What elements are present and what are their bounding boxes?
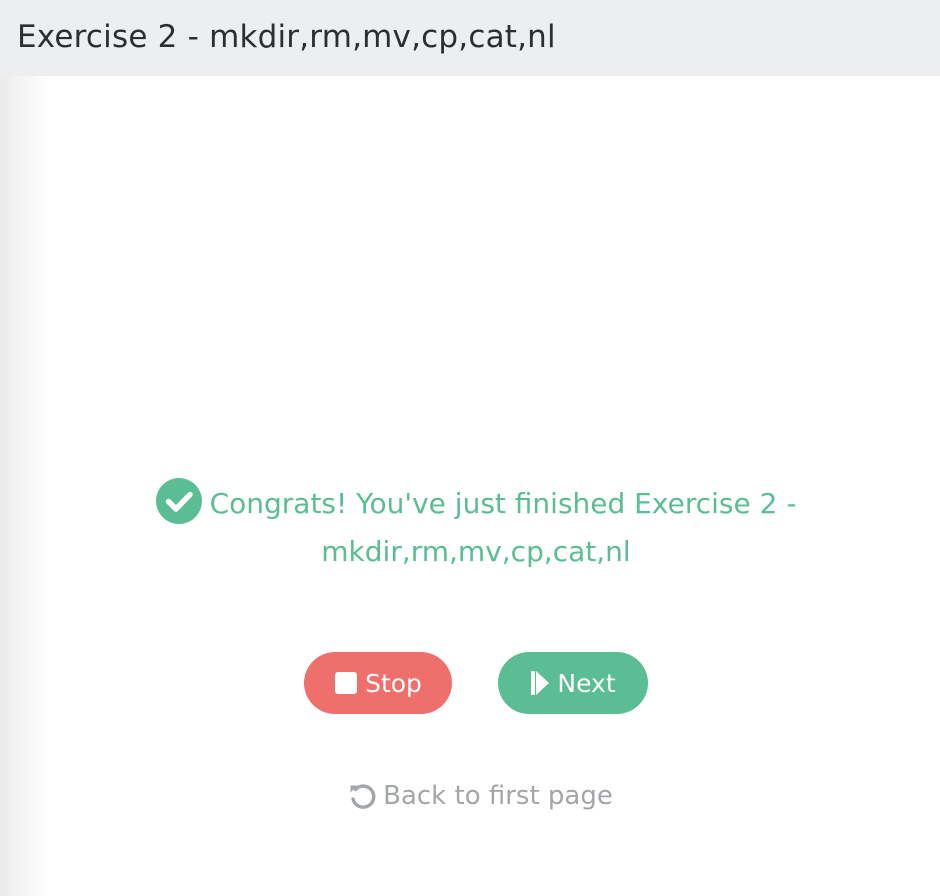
page-title: Exercise 2 - mkdir,rm,mv,cp,cat,nl bbox=[17, 19, 556, 55]
step-forward-icon bbox=[531, 671, 550, 695]
completion-message: Congrats! You've just finished Exercise … bbox=[150, 478, 802, 576]
stop-button[interactable]: Stop bbox=[304, 652, 452, 714]
next-button-label: Next bbox=[557, 668, 616, 698]
stop-button-label: Stop bbox=[365, 668, 422, 698]
undo-icon bbox=[350, 784, 376, 809]
back-link-label: Back to first page bbox=[383, 781, 613, 811]
next-button[interactable]: Next bbox=[498, 652, 648, 714]
stop-icon bbox=[335, 672, 358, 694]
header-bar: Exercise 2 - mkdir,rm,mv,cp,cat,nl bbox=[0, 0, 940, 76]
check-circle-icon bbox=[155, 478, 202, 524]
page: Exercise 2 - mkdir,rm,mv,cp,cat,nl Congr… bbox=[0, 0, 940, 896]
back-to-first-page-link[interactable]: Back to first page bbox=[330, 776, 630, 816]
left-shadow bbox=[0, 76, 48, 896]
completion-text: Congrats! You've just finished Exercise … bbox=[209, 487, 797, 568]
